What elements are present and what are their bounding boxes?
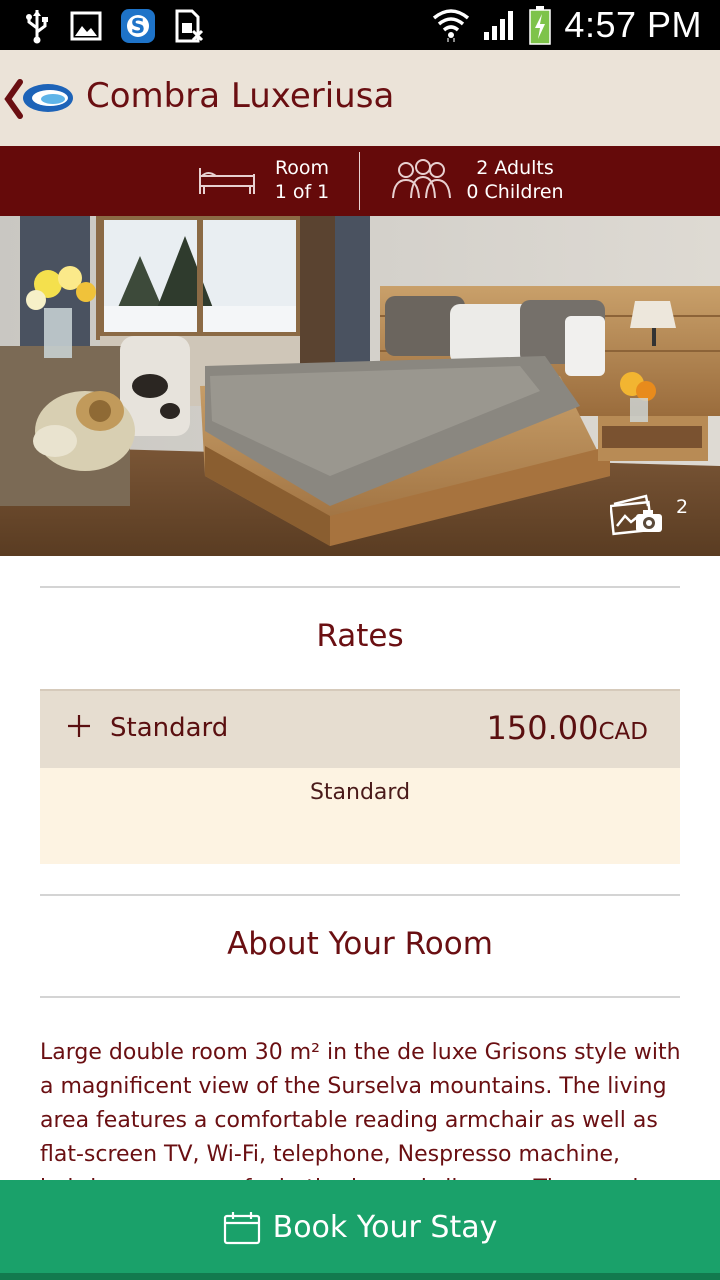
app-logo[interactable] [20,80,74,116]
page-title: Combra Luxeriusa [86,76,395,116]
skype-icon: S [121,9,155,43]
rates-title: Rates [316,618,404,654]
wifi-icon [433,9,470,42]
booking-summary-bar: Room 1 of 1 2 Adults 0 Children [0,146,720,216]
signal-icon [484,11,514,40]
status-bar: S 4:57 PM [0,0,720,50]
gallery-icon [70,11,102,41]
photo-gallery-icon[interactable] [610,494,666,536]
battery-charging-icon [529,6,552,45]
photo-count: 2 [676,496,689,518]
clock: 4:57 PM [564,4,702,45]
divider [40,996,680,998]
children-count: 0 Children [466,181,564,203]
usb-icon [26,10,48,44]
rate-detail-panel: Standard [40,768,680,864]
svg-text:S: S [131,14,145,38]
cta-bottom-edge [0,1273,720,1280]
status-bar-notifications: S [22,6,204,46]
sim-error-icon [175,9,204,43]
rate-currency: CAD [598,719,648,745]
book-your-stay-button[interactable]: Book Your Stay [0,1180,720,1280]
book-button-content: Book Your Stay [0,1180,720,1275]
summary-divider [359,152,360,210]
room-count: Room 1 of 1 [262,156,342,204]
guests-icon [392,159,451,199]
room-label: Room [274,157,330,179]
divider [40,894,680,896]
app-bar: Combra Luxeriusa [0,50,720,146]
room-count-value: 1 of 1 [274,181,330,203]
calendar-icon [223,1211,260,1244]
room-photo[interactable]: 2 [0,216,720,556]
rate-detail-text: Standard [309,780,411,805]
rate-amount: 150.00 [486,709,599,747]
adults-count: 2 Adults [476,157,554,179]
guest-count: 2 Adults 0 Children [460,156,570,204]
rate-price: 150.00CAD [487,709,648,747]
rate-row-standard[interactable]: Standard 150.00CAD [40,689,680,768]
about-title: About Your Room [227,926,493,962]
bed-icon [199,168,255,194]
status-bar-system: 4:57 PM [432,0,702,50]
expand-plus-icon[interactable] [66,713,92,739]
book-button-label: Book Your Stay [272,1210,498,1245]
rate-name: Standard [110,713,229,743]
divider [40,586,680,588]
